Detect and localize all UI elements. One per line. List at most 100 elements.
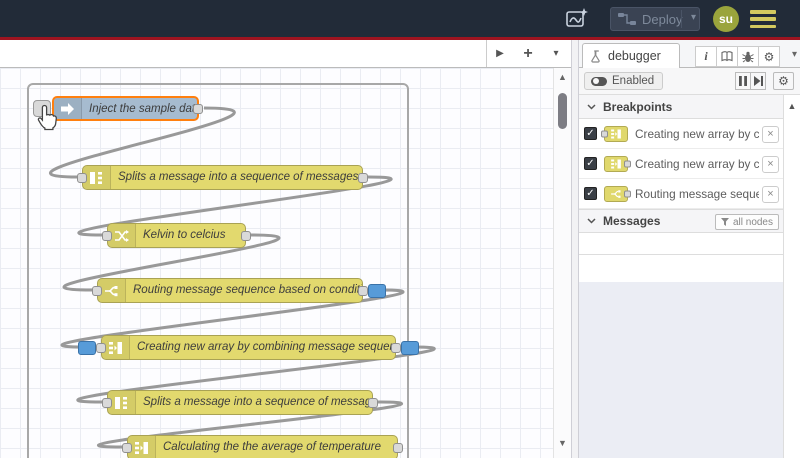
- step-button[interactable]: [750, 72, 766, 90]
- breakpoints-section-header[interactable]: Breakpoints: [579, 95, 783, 119]
- remove-breakpoint-button[interactable]: ×: [762, 126, 779, 143]
- info-icon: i: [704, 49, 708, 63]
- flow-list-caret-icon[interactable]: ▾: [547, 48, 565, 59]
- messages-title: Messages: [603, 214, 661, 228]
- info-tab-button[interactable]: i: [695, 46, 717, 67]
- flow-tabbar: ▶ + ▾: [0, 40, 571, 68]
- input-port[interactable]: [77, 172, 87, 183]
- debug-tab-button[interactable]: [737, 46, 759, 67]
- sidebar-splitter[interactable]: [571, 40, 579, 458]
- debugger-settings-button[interactable]: ⚙: [773, 72, 794, 90]
- mouse-pointer-icon: [37, 104, 57, 131]
- node-label: Splits a message into a sequence of mess…: [143, 396, 372, 408]
- debugger-panel: Breakpoints ✓ Creating new array by comb…: [579, 95, 783, 458]
- node-inject[interactable]: Inject the sample data: [52, 96, 203, 121]
- output-port-icon: [624, 190, 631, 198]
- breakpoint-label: Routing message sequence based on condit…: [635, 187, 759, 201]
- join-node-icon: [128, 436, 156, 458]
- gear-icon: ⚙: [763, 49, 775, 64]
- deploy-caret-icon[interactable]: ▾: [691, 12, 696, 23]
- remove-breakpoint-button[interactable]: ×: [762, 156, 779, 173]
- workspace-column: ▶ + ▾ Inject the sample data Splits a me…: [0, 40, 571, 458]
- help-tab-button[interactable]: [716, 46, 738, 67]
- app-header: Deploy ▾ su: [0, 0, 800, 37]
- messages-section-header[interactable]: Messages all nodes: [579, 209, 783, 233]
- input-port[interactable]: [122, 442, 132, 453]
- remove-breakpoint-button[interactable]: ×: [762, 186, 779, 203]
- add-flow-button[interactable]: +: [519, 45, 537, 63]
- input-port[interactable]: [102, 397, 112, 408]
- node-split-1[interactable]: Splits a message into a sequence of mess…: [77, 165, 368, 190]
- sidebar-tab-tools: i ⚙: [695, 46, 780, 67]
- scroll-up-icon[interactable]: ▲: [784, 101, 800, 111]
- node-label: Splits a message into a sequence of mess…: [118, 171, 362, 183]
- output-port[interactable]: [393, 442, 403, 453]
- output-port[interactable]: [358, 172, 368, 183]
- flask-icon: [591, 49, 600, 63]
- flow-assistant-icon[interactable]: [564, 7, 590, 31]
- breakpoint-checkbox[interactable]: ✓: [584, 127, 597, 140]
- split-node-icon: [83, 166, 111, 189]
- output-port[interactable]: [368, 397, 378, 408]
- output-port[interactable]: [358, 285, 368, 296]
- flow-tab-tools: ▶ + ▾: [486, 40, 569, 67]
- tab-debugger-label: debugger: [608, 49, 661, 63]
- node-change[interactable]: Kelvin to celcius: [102, 223, 251, 248]
- breakpoint-checkbox[interactable]: ✓: [584, 157, 597, 170]
- join-node-mini-icon: [604, 156, 631, 172]
- input-port-icon: [601, 130, 608, 138]
- messages-empty-list: [579, 282, 783, 458]
- message-filter-button[interactable]: all nodes: [714, 214, 779, 230]
- debugger-enabled-toggle[interactable]: Enabled: [584, 72, 664, 90]
- deploy-button[interactable]: Deploy ▾: [610, 7, 700, 31]
- output-port[interactable]: [241, 230, 251, 241]
- input-port[interactable]: [102, 230, 112, 241]
- node-switch[interactable]: Routing message sequence based on condit…: [92, 278, 386, 303]
- input-port[interactable]: [96, 342, 106, 353]
- join-node-icon: [102, 336, 130, 359]
- avatar-initials: su: [718, 12, 733, 26]
- breakpoint-checkbox[interactable]: ✓: [584, 187, 597, 200]
- user-avatar[interactable]: su: [713, 6, 739, 32]
- pause-button[interactable]: [735, 72, 751, 90]
- bug-icon: [742, 51, 754, 62]
- breakpoint-row[interactable]: ✓ Routing message sequence based on cond…: [579, 179, 783, 209]
- output-port[interactable]: [391, 342, 401, 353]
- chevron-down-icon: [587, 103, 596, 110]
- node-join-2[interactable]: Calculating the the average of temperatu…: [122, 435, 403, 458]
- sidebar-menu-caret-icon[interactable]: ▾: [792, 49, 797, 60]
- breakpoint-row[interactable]: ✓ Creating new array by combining messag…: [579, 149, 783, 179]
- sidebar: debugger i ⚙ ▾ Enabled ⚙ Breakpoints ✓ C…: [579, 40, 800, 458]
- deploy-icon: [618, 13, 636, 25]
- sidebar-scrollbar[interactable]: ▲: [783, 95, 800, 458]
- change-node-icon: [108, 224, 136, 247]
- tab-scroll-icon[interactable]: ▶: [491, 48, 509, 59]
- breakpoint-label: Creating new array by combining message …: [635, 127, 759, 141]
- node-label: Calculating the the average of temperatu…: [163, 441, 381, 453]
- toggle-on-icon: [591, 76, 607, 86]
- output-port[interactable]: [193, 103, 203, 114]
- join-node-mini-icon: [601, 126, 628, 142]
- output-breakpoint-marker[interactable]: [368, 283, 386, 298]
- settings-tab-button[interactable]: ⚙: [758, 46, 780, 67]
- scrollbar-thumb[interactable]: [558, 93, 567, 129]
- input-port[interactable]: [92, 285, 102, 296]
- filter-label: all nodes: [732, 216, 773, 228]
- node-join-1[interactable]: Creating new array by combining message …: [78, 335, 419, 360]
- main-menu-icon[interactable]: [750, 10, 776, 28]
- scroll-down-icon[interactable]: ▼: [554, 438, 571, 448]
- input-breakpoint-marker[interactable]: [78, 340, 96, 355]
- tab-debugger[interactable]: debugger: [582, 43, 680, 68]
- node-split-2[interactable]: Splits a message into a sequence of mess…: [102, 390, 378, 415]
- node-label: Kelvin to celcius: [143, 229, 226, 241]
- step-forward-icon: [753, 76, 763, 86]
- scroll-up-icon[interactable]: ▲: [554, 72, 571, 82]
- output-breakpoint-marker[interactable]: [401, 340, 419, 355]
- node-label: Routing message sequence based on condit…: [133, 284, 362, 296]
- switch-node-mini-icon: [604, 186, 631, 202]
- switch-node-icon: [98, 279, 126, 302]
- canvas-vertical-scrollbar[interactable]: ▲ ▼: [553, 68, 571, 458]
- debugger-toolbar: Enabled ⚙: [579, 68, 800, 95]
- flow-canvas[interactable]: Inject the sample data Splits a message …: [0, 68, 553, 458]
- breakpoint-row[interactable]: ✓ Creating new array by combining messag…: [579, 119, 783, 149]
